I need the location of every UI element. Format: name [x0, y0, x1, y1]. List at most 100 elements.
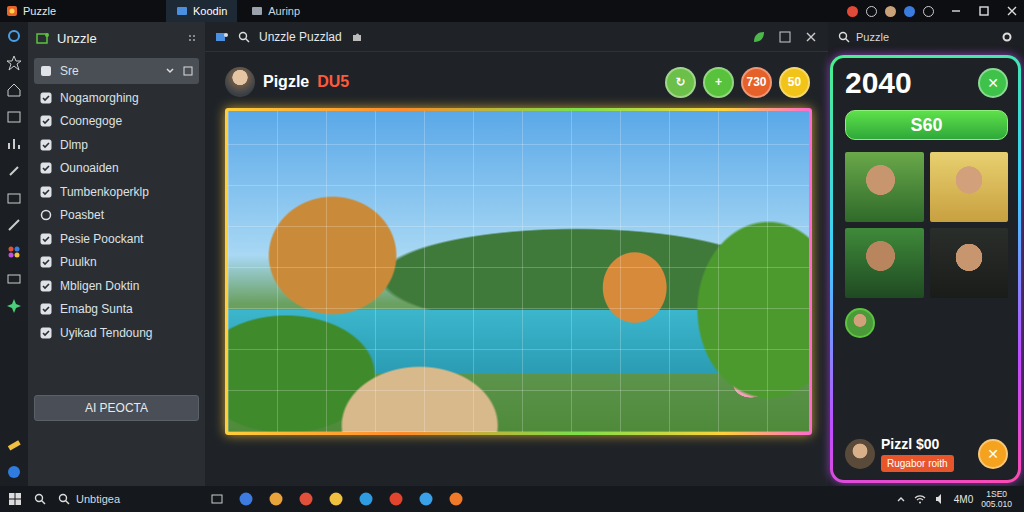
close-panel-icon[interactable]: [804, 30, 818, 44]
score-button[interactable]: S60: [845, 110, 1008, 140]
settings-icon[interactable]: [1001, 31, 1013, 43]
task-view-icon[interactable]: [210, 492, 224, 506]
list-icon[interactable]: [6, 109, 22, 125]
window-icon[interactable]: [778, 30, 792, 44]
app-icon[interactable]: [448, 491, 464, 507]
chevron-down-icon[interactable]: [165, 66, 175, 76]
sidebar-item[interactable]: Ounoaiden: [34, 157, 199, 181]
clock-date[interactable]: 1SE0005.010: [981, 489, 1012, 509]
search-field[interactable]: Puzzle: [830, 22, 1021, 52]
app-icon[interactable]: [238, 491, 254, 507]
checkbox-icon[interactable]: [40, 233, 52, 245]
sidebar-item[interactable]: Nogamorghing: [34, 86, 199, 110]
avatar-icon[interactable]: [885, 6, 896, 17]
player-photo[interactable]: [845, 228, 924, 298]
action-button[interactable]: +: [703, 67, 734, 98]
sidebar-item[interactable]: Emabg Sunta: [34, 298, 199, 322]
sidebar-item-label: Nogamorghing: [60, 91, 139, 105]
sidebar-item[interactable]: Poasbet: [34, 204, 199, 228]
taskbar-search[interactable]: Unbtigea: [58, 493, 198, 505]
tab[interactable]: Koodin: [166, 0, 237, 22]
tab-icon: [176, 5, 188, 17]
apps-icon[interactable]: [6, 244, 22, 260]
sidebar-item[interactable]: Dlmp: [34, 133, 199, 157]
sidebar-item[interactable]: Pesie Poockant: [34, 227, 199, 251]
footer-button[interactable]: Rugabor roith: [881, 455, 954, 472]
profile-icon[interactable]: [904, 6, 915, 17]
action-button[interactable]: 730: [741, 67, 772, 98]
windows-icon[interactable]: [8, 492, 22, 506]
ai-button[interactable]: AI PEOCTA: [34, 395, 199, 421]
home-icon[interactable]: [6, 82, 22, 98]
player-photo[interactable]: [930, 228, 1009, 298]
flag-icon[interactable]: [847, 6, 858, 17]
tab-label: Koodin: [193, 5, 227, 17]
sidebar-item[interactable]: Mbligen Doktin: [34, 274, 199, 298]
chevron-up-icon[interactable]: [896, 494, 906, 504]
search-icon[interactable]: [238, 31, 250, 43]
score: 2040: [845, 66, 912, 100]
sync-icon[interactable]: [923, 6, 934, 17]
puzzle-board[interactable]: [228, 111, 809, 432]
main-panel: Unzzle Puzzlad Pigzle DU5 ↻+73050: [205, 22, 828, 486]
checkbox-icon[interactable]: [40, 139, 52, 151]
pencil-icon[interactable]: [6, 437, 22, 453]
checkbox-icon[interactable]: [40, 327, 52, 339]
panel-icon[interactable]: [183, 66, 193, 76]
minimize-icon[interactable]: [950, 5, 962, 17]
action-button[interactable]: ↻: [665, 67, 696, 98]
app-icon[interactable]: [358, 491, 374, 507]
small-avatar[interactable]: [845, 308, 875, 338]
tool-icon[interactable]: [6, 217, 22, 233]
app-icon[interactable]: [298, 491, 314, 507]
footer-close-button[interactable]: ✕: [978, 439, 1008, 469]
star-icon[interactable]: [6, 55, 22, 71]
player-photo[interactable]: [930, 152, 1009, 222]
grid-icon[interactable]: [6, 271, 22, 287]
checkbox-icon[interactable]: [40, 256, 52, 268]
folder-icon[interactable]: [6, 190, 22, 206]
game-header: Pigzle DU5 ↻+73050: [225, 64, 812, 100]
gear-icon[interactable]: [6, 28, 22, 44]
link-icon[interactable]: [6, 163, 22, 179]
search-icon[interactable]: [34, 493, 46, 505]
close-button[interactable]: ✕: [978, 68, 1008, 98]
wifi-icon[interactable]: [914, 493, 926, 505]
sidebar-item[interactable]: Sre: [34, 58, 199, 84]
maximize-icon[interactable]: [978, 5, 990, 17]
leaf-icon[interactable]: [752, 30, 766, 44]
radio-icon[interactable]: [40, 209, 52, 221]
checkbox-icon[interactable]: [40, 92, 52, 104]
drag-handle-icon[interactable]: [187, 33, 197, 43]
chart-icon[interactable]: [6, 136, 22, 152]
app-icon[interactable]: [388, 491, 404, 507]
checkbox-icon[interactable]: [40, 115, 52, 127]
action-button[interactable]: 50: [779, 67, 810, 98]
checkbox-icon[interactable]: [40, 280, 52, 292]
player-photo[interactable]: [845, 152, 924, 222]
spark-icon[interactable]: [6, 298, 22, 314]
sidebar-item-label: Tumbenkoperklp: [60, 185, 149, 199]
clock-time: 4M0: [954, 494, 973, 505]
speaker-icon[interactable]: [934, 493, 946, 505]
status-icon[interactable]: [866, 6, 877, 17]
checkbox-icon[interactable]: [40, 186, 52, 198]
sidebar-item[interactable]: Tumbenkoperklp: [34, 180, 199, 204]
player-avatar[interactable]: [225, 67, 255, 97]
piece-icon[interactable]: [351, 31, 363, 43]
tab[interactable]: Aurinp: [241, 0, 310, 22]
sidebar-item[interactable]: Puulkn: [34, 251, 199, 275]
puzzle-tool-icon[interactable]: [215, 30, 229, 44]
info-icon[interactable]: [6, 464, 22, 480]
app-icon[interactable]: [328, 491, 344, 507]
footer-avatar[interactable]: [845, 439, 875, 469]
close-icon[interactable]: [1006, 5, 1018, 17]
search-placeholder: Puzzle: [856, 31, 889, 43]
app-icon[interactable]: [418, 491, 434, 507]
sidebar-item-label: Emabg Sunta: [60, 302, 133, 316]
sidebar-item[interactable]: Uyikad Tendoung: [34, 321, 199, 345]
sidebar-item[interactable]: Coonegoge: [34, 110, 199, 134]
checkbox-icon[interactable]: [40, 303, 52, 315]
app-icon[interactable]: [268, 491, 284, 507]
checkbox-icon[interactable]: [40, 162, 52, 174]
